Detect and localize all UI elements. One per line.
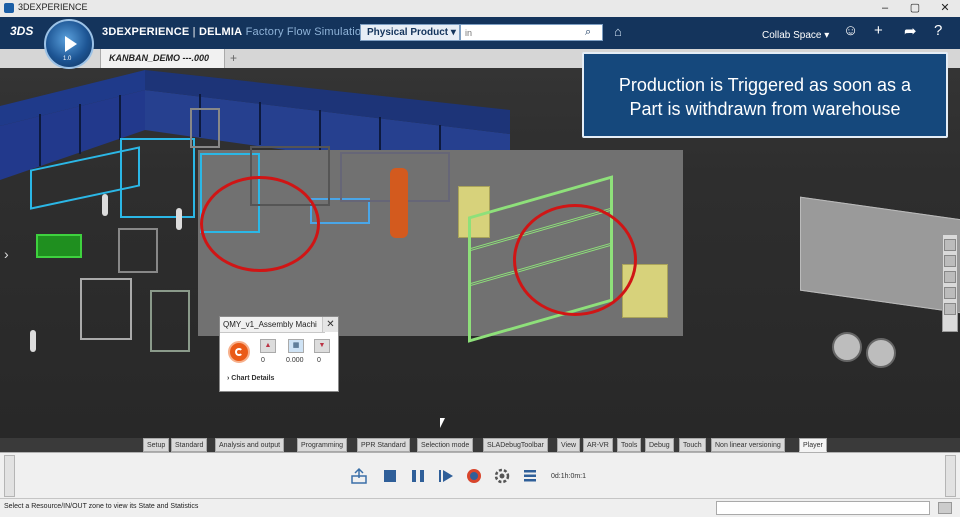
statistics-list-icon[interactable] [521,467,539,485]
title-bar: 3DEXPERIENCE – ▢ ✕ [0,0,960,18]
resource-panel-title: QMY_v1_Assembly Machi [220,317,325,333]
status-message: Select a Resource/IN/OUT zone to view it… [4,503,199,510]
chart-details-toggle[interactable]: › Chart Details [227,375,274,382]
machine-frame [80,278,132,340]
tall-shelf [190,108,220,148]
grey-rack [118,228,158,273]
tab-ppr-standard[interactable]: PPR Standard [357,438,410,452]
pause-icon[interactable] [409,467,427,485]
user-icon[interactable]: ☺ [843,22,858,39]
share-icon[interactable]: ➦ [904,22,917,40]
side-toolbar [942,234,958,332]
value-in: 0 [261,357,265,364]
search-scope-dropdown[interactable]: Physical Product ▾ [360,24,460,41]
settings-gear-icon[interactable] [493,467,511,485]
status-command-input[interactable] [716,501,930,515]
export-icon[interactable] [350,467,368,485]
add-tab-button[interactable]: + [230,51,237,65]
tab-tools[interactable]: Tools [617,438,642,452]
minimize-button[interactable]: – [870,0,900,17]
tab-selection-mode[interactable]: Selection mode [417,438,474,452]
tab-touch[interactable]: Touch [679,438,706,452]
status-panel-icon[interactable] [938,502,952,514]
help-icon[interactable]: ? [934,22,942,39]
add-icon[interactable]: + [874,22,883,39]
compass-version: 1.0 [63,56,72,62]
expand-panel-arrow-icon[interactable]: › [4,246,9,262]
ds-logo-icon: 3DS [10,24,34,38]
delivery-truck [800,196,960,314]
tab-ar-vr[interactable]: AR-VR [583,438,613,452]
side-tool-button[interactable] [944,287,956,299]
callout-line-2: Part is withdrawn from warehouse [629,99,901,119]
action-bar: 0d:1h:0m:1 [0,452,960,499]
utilization-icon: ▦ [288,339,304,353]
tab-programming[interactable]: Programming [297,438,348,452]
app-logo-icon [4,3,14,13]
shelf-unit [150,290,190,352]
throughput-in-icon: ▲ [260,339,276,353]
tab-non-linear-versioning[interactable]: Non linear versioning [711,438,785,452]
truck-wheel [866,338,896,368]
robot-arm [390,168,408,238]
collab-space-label: Collab Space [762,30,822,41]
truck-wheel [832,332,862,362]
side-tool-button[interactable] [944,303,956,315]
brand-separator: | [189,26,199,38]
simulation-time: 0d:1h:0m:1 [551,473,587,480]
play-forward-icon[interactable] [437,467,455,485]
highlight-circle-assembly [200,176,320,272]
worker-figure [176,208,182,230]
resource-stats-panel: QMY_v1_Assembly Machi ✕ ▲ 0 ▦ 0.000 ▼ 0 … [219,316,339,392]
search-icon[interactable]: ⌕ [585,26,591,39]
side-tool-button[interactable] [944,239,956,251]
value-out: 0 [317,357,321,364]
tab-standard[interactable]: Standard [171,438,208,452]
action-bar-right-handle[interactable] [945,455,956,497]
play-icon [65,36,77,52]
value-utilization: 0.000 [286,357,304,364]
tab-debug[interactable]: Debug [645,438,674,452]
cyan-station [120,138,195,218]
brand-main: 3DEXPERIENCE [102,26,190,38]
worker-figure [102,194,108,216]
action-bar-left-handle[interactable] [4,455,15,497]
green-bin [36,234,82,258]
search-scope-label: Physical Product [367,27,449,38]
close-panel-button[interactable]: ✕ [322,317,338,332]
speed-dial-icon[interactable] [465,467,483,485]
app-brand: 3DEXPERIENCE | DELMIA Factory Flow Simul… [102,26,368,38]
window-title: 3DEXPERIENCE [18,2,88,12]
maximize-button[interactable]: ▢ [900,0,930,17]
brand-product: DELMIA [198,26,243,38]
tab-setup[interactable]: Setup [143,438,170,452]
highlight-circle-warehouse [513,204,637,316]
tag-icon[interactable]: ⌂ [614,24,622,39]
search-input[interactable] [460,24,603,41]
tab-kanban-demo[interactable]: KANBAN_DEMO ---.000 [100,49,225,68]
stop-icon[interactable] [381,467,399,485]
throughput-out-icon: ▼ [314,339,330,353]
status-bar: Select a Resource/IN/OUT zone to view it… [0,498,960,517]
mouse-cursor-icon [440,418,450,428]
side-tool-button[interactable] [944,271,956,283]
annotation-callout: Production is Triggered as soon as a Par… [582,52,948,138]
resource-state-icon[interactable] [228,341,250,363]
tab-view[interactable]: View [557,438,581,452]
brand-app: Factory Flow Simulation [242,26,368,38]
tab-analysis-output[interactable]: Analysis and output [215,438,285,452]
side-tool-button[interactable] [944,255,956,267]
compass-button[interactable]: 1.0 [44,19,94,69]
tab-sla-debug-toolbar[interactable]: SLADebugToolbar [483,438,548,452]
collab-space-dropdown[interactable]: Collab Space ▾ [762,30,829,41]
tab-player[interactable]: Player [799,438,827,452]
callout-line-1: Production is Triggered as soon as a [618,75,912,95]
close-window-button[interactable]: ✕ [930,0,960,17]
worker-figure [30,330,36,352]
